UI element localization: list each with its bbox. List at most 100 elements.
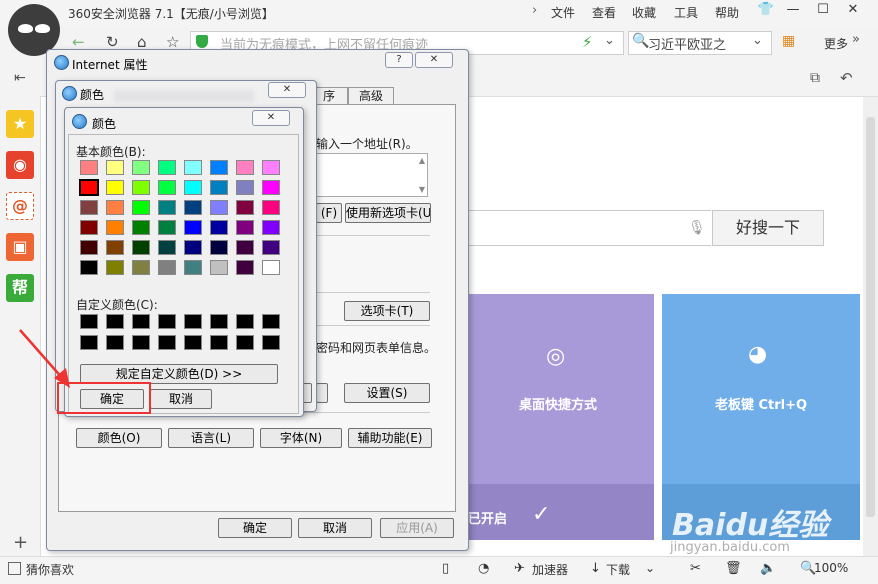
color-picker-close[interactable]: ✕: [252, 110, 290, 126]
accessibility-button[interactable]: 辅助功能(E): [348, 428, 432, 448]
start-search-input[interactable]: [460, 210, 711, 246]
tab-advanced[interactable]: 高级: [348, 87, 394, 105]
color-swatch[interactable]: [158, 180, 176, 195]
more-menu[interactable]: 更多: [824, 35, 848, 52]
fonts-button[interactable]: 字体(N): [260, 428, 342, 448]
apps-grid-icon[interactable]: ▦: [782, 33, 795, 49]
trash-icon[interactable]: 🗑: [725, 561, 742, 576]
custom-color-swatch[interactable]: [80, 335, 98, 350]
help-button[interactable]: ?: [385, 52, 413, 68]
define-custom-colors-button[interactable]: 规定自定义颜色(D) >>: [80, 364, 278, 384]
menu-help[interactable]: 帮助: [715, 4, 739, 21]
search-dropdown-icon[interactable]: ⌄: [752, 33, 763, 48]
custom-color-swatch[interactable]: [184, 314, 202, 329]
color-swatch[interactable]: [262, 200, 280, 215]
dropdown-icon[interactable]: ⌄: [645, 561, 655, 575]
rocket-icon[interactable]: ✈: [514, 561, 525, 576]
custom-color-swatch[interactable]: [132, 314, 150, 329]
color-swatch[interactable]: [106, 160, 124, 175]
undo-close-icon[interactable]: ↶: [840, 69, 853, 87]
color-swatch[interactable]: [210, 180, 228, 195]
custom-color-swatch[interactable]: [106, 314, 124, 329]
menu-tools[interactable]: 工具: [674, 4, 698, 21]
color-swatch[interactable]: [132, 160, 150, 175]
color-swatch[interactable]: [184, 200, 202, 215]
internet-options-close[interactable]: ✕: [415, 52, 453, 68]
custom-color-swatch[interactable]: [158, 314, 176, 329]
color-swatch[interactable]: [158, 260, 176, 275]
download-icon[interactable]: ↓: [590, 561, 601, 576]
color-swatch[interactable]: [106, 260, 124, 275]
menu-view[interactable]: 查看: [592, 4, 616, 21]
color-swatch[interactable]: [184, 220, 202, 235]
weibo-icon[interactable]: ◉: [6, 151, 34, 179]
settings-button[interactable]: 设置(S): [344, 383, 430, 403]
custom-color-swatch[interactable]: [236, 335, 254, 350]
color-swatch[interactable]: [158, 220, 176, 235]
color-swatch[interactable]: [210, 220, 228, 235]
search-button[interactable]: 好搜一下: [712, 210, 824, 246]
custom-color-swatch[interactable]: [262, 314, 280, 329]
microphone-icon[interactable]: 🎙: [688, 220, 706, 236]
color-swatch[interactable]: [262, 160, 280, 175]
email-icon[interactable]: @: [6, 192, 34, 220]
tabs-button[interactable]: 选项卡(T): [344, 301, 430, 321]
custom-color-swatch[interactable]: [80, 314, 98, 329]
color-swatch[interactable]: [80, 200, 98, 215]
color-swatch[interactable]: [80, 240, 98, 255]
phone-icon[interactable]: ▯: [442, 561, 449, 576]
zoom-level[interactable]: 100%: [814, 561, 848, 575]
colors-button[interactable]: 颜色(O): [76, 428, 162, 448]
color-swatch[interactable]: [210, 240, 228, 255]
color-swatch[interactable]: [80, 160, 98, 175]
color-swatch[interactable]: [236, 260, 254, 275]
custom-color-swatch[interactable]: [262, 335, 280, 350]
speaker-icon[interactable]: 🔈: [760, 561, 776, 576]
internet-options-ok[interactable]: 确定: [218, 518, 292, 538]
internet-options-apply[interactable]: 应用(A): [380, 518, 454, 538]
double-chevron-icon[interactable]: »: [852, 32, 860, 47]
color-swatch[interactable]: [132, 260, 150, 275]
status-window-icon[interactable]: [8, 562, 21, 575]
chevron-right-icon[interactable]: ›: [532, 3, 537, 18]
color-swatch[interactable]: [236, 220, 254, 235]
color-swatch[interactable]: [184, 160, 202, 175]
menu-file[interactable]: 文件: [551, 4, 575, 21]
use-current-button[interactable]: (F): [316, 203, 342, 223]
add-plus-icon[interactable]: +: [13, 532, 28, 553]
custom-color-swatch[interactable]: [132, 335, 150, 350]
languages-button[interactable]: 语言(L): [168, 428, 254, 448]
collapse-sidebar-icon[interactable]: ⇤: [14, 70, 26, 86]
color-swatch[interactable]: [236, 160, 254, 175]
guess-you-like[interactable]: 猜你喜欢: [26, 561, 74, 578]
tab-list-icon[interactable]: ⧉: [810, 70, 820, 86]
custom-color-swatch[interactable]: [158, 335, 176, 350]
color-swatch[interactable]: [236, 200, 254, 215]
delete-button-partial[interactable]: [316, 383, 328, 403]
color-swatch[interactable]: [80, 220, 98, 235]
use-new-tab-button[interactable]: 使用新选项卡(U): [345, 203, 431, 223]
color-swatch[interactable]: [80, 260, 98, 275]
menu-favorites[interactable]: 收藏: [632, 4, 656, 21]
page-scrollbar[interactable]: [863, 97, 878, 556]
color-swatch[interactable]: [210, 200, 228, 215]
shopping-bag-icon[interactable]: ▣: [6, 233, 34, 261]
custom-color-swatch[interactable]: [210, 335, 228, 350]
maximize-button[interactable]: ☐: [812, 2, 834, 20]
color-swatch[interactable]: [262, 240, 280, 255]
colors-dialog-close[interactable]: ✕: [268, 82, 306, 98]
color-swatch[interactable]: [79, 179, 99, 196]
tortoise-icon[interactable]: ◔: [478, 561, 489, 576]
lightning-icon[interactable]: ⚡: [582, 33, 593, 51]
color-swatch[interactable]: [184, 240, 202, 255]
color-swatch[interactable]: [262, 180, 280, 195]
color-swatch[interactable]: [184, 260, 202, 275]
color-swatch[interactable]: [132, 180, 150, 195]
color-swatch[interactable]: [158, 240, 176, 255]
internet-options-cancel[interactable]: 取消: [298, 518, 372, 538]
color-swatch[interactable]: [158, 160, 176, 175]
color-swatch[interactable]: [132, 200, 150, 215]
color-swatch[interactable]: [210, 160, 228, 175]
color-swatch[interactable]: [132, 240, 150, 255]
download[interactable]: 下载: [606, 561, 630, 578]
